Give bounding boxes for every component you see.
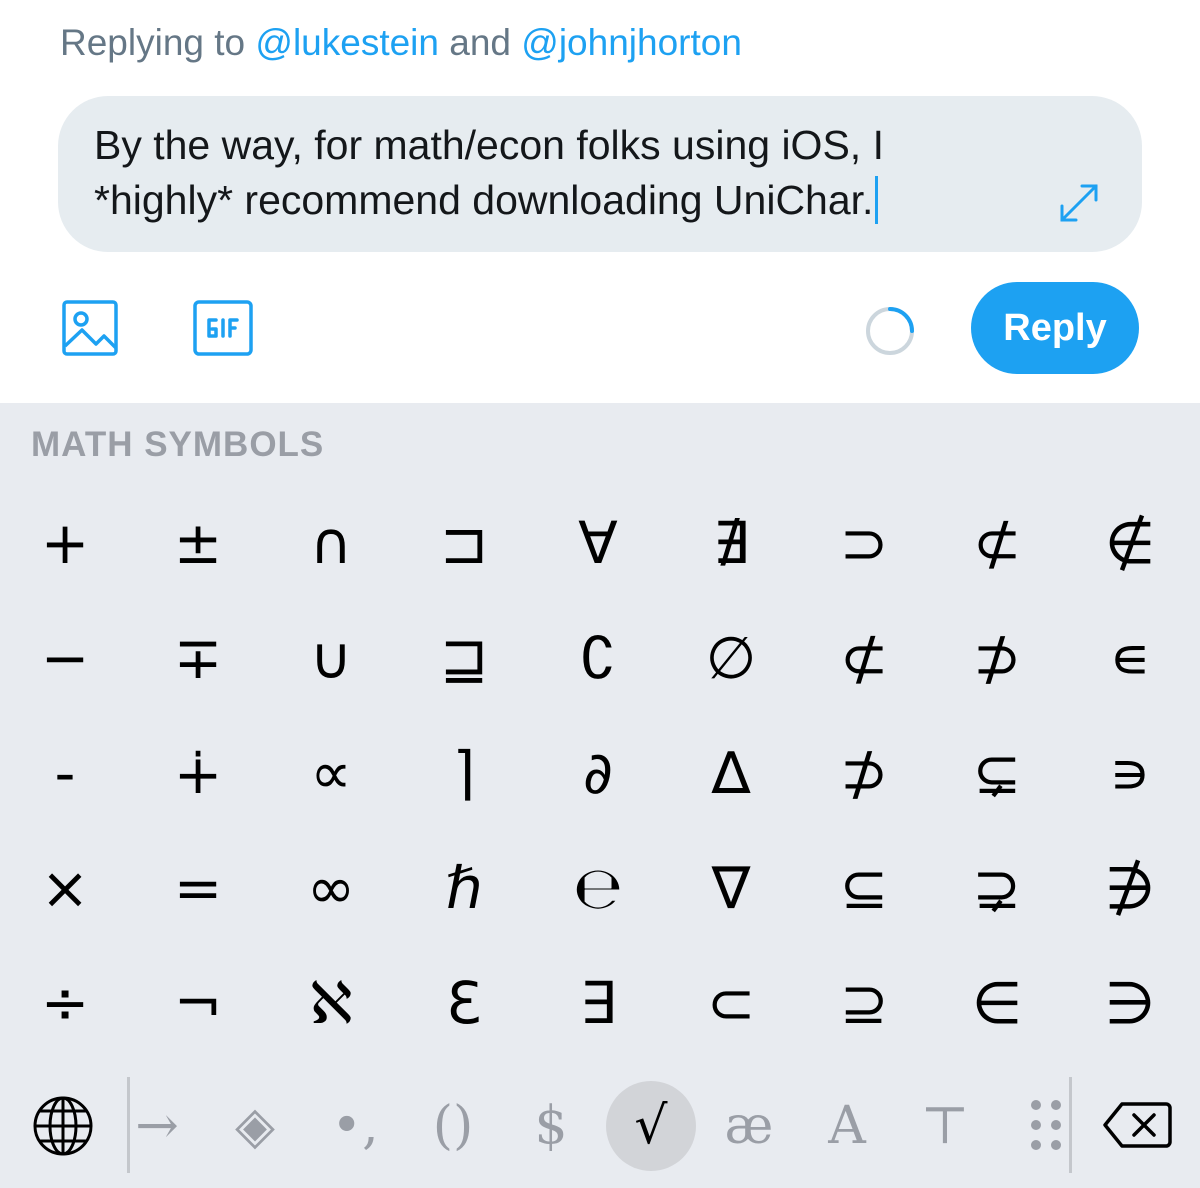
symbol-key[interactable]: ⊄ (937, 488, 1057, 598)
symbol-key[interactable]: ∩ (271, 488, 391, 598)
symbol-key[interactable]: ∂ (538, 718, 658, 828)
symbol-key[interactable]: ∊ (1070, 603, 1190, 713)
compose-text[interactable]: By the way, for math/econ folks using iO… (94, 122, 884, 223)
grid-dots-icon[interactable] (1028, 1097, 1064, 1153)
symbol-key[interactable]: ∌ (1070, 833, 1190, 943)
category-latin-key[interactable]: æ (704, 1081, 794, 1171)
category-letterlike-key[interactable]: A (802, 1081, 892, 1171)
mention-link-johnjhorton[interactable]: @johnjhorton (521, 22, 742, 63)
category-technical-key[interactable]: ⊤ (900, 1081, 990, 1171)
symbol-key[interactable]: ∪ (271, 603, 391, 713)
symbol-key[interactable]: ∁ (538, 603, 658, 713)
symbol-key[interactable]: ∇ (671, 833, 791, 943)
symbol-key[interactable]: × (5, 833, 125, 943)
symbol-key[interactable]: Ɛ (404, 948, 524, 1058)
text-caret (875, 176, 879, 224)
symbol-key[interactable]: ⊄ (804, 603, 924, 713)
symbol-key[interactable]: ⌉ (404, 718, 524, 828)
category-arrows-key[interactable]: → (112, 1081, 202, 1171)
symbol-key[interactable]: ∄ (671, 488, 791, 598)
symbol-key[interactable]: ∀ (538, 488, 658, 598)
symbol-key[interactable]: ⊇ (804, 948, 924, 1058)
symbol-key[interactable]: - (5, 718, 125, 828)
category-brackets-key[interactable]: () (408, 1081, 498, 1171)
expand-icon[interactable] (1054, 178, 1104, 228)
category-shapes-key[interactable]: ◈ (210, 1081, 300, 1171)
symbol-key[interactable]: ∝ (271, 718, 391, 828)
symbol-key[interactable]: ∉ (1070, 488, 1190, 598)
symbol-key[interactable]: ∓ (138, 603, 258, 713)
symbol-key[interactable]: ⊅ (937, 603, 1057, 713)
symbol-key[interactable]: ℵ (271, 948, 391, 1058)
bar-divider-right (1069, 1077, 1072, 1173)
keyboard-bottom-bar: → ◈ •, () $ √ æ A ⊤ (0, 1071, 1200, 1188)
symbol-key[interactable]: ∈ (937, 948, 1057, 1058)
symbol-key[interactable]: ⊅ (804, 718, 924, 828)
symbol-key[interactable]: + (5, 488, 125, 598)
globe-icon[interactable] (32, 1095, 94, 1157)
symbol-key[interactable]: ∋ (1070, 948, 1190, 1058)
unichar-keyboard: MATH SYMBOLS + ± ∩ ⊐ ∀ ∄ ⊃ ⊄ ∉ − ∓ ∪ ⊒ ∁ ∅ ⊄ ⊅ ∊ - ∔ ∝ ⌉ ∂ ∆ ⊅ ⊊ ∍… (0, 403, 1200, 1188)
compose-text-wrapper[interactable]: By the way, for math/econ folks using iO… (94, 118, 1002, 228)
replying-to-joiner: and (438, 22, 522, 63)
symbol-key[interactable]: ⊒ (404, 603, 524, 713)
category-punctuation-key[interactable]: •, (310, 1081, 400, 1171)
symbol-key[interactable]: ¬ (138, 948, 258, 1058)
compose-box[interactable]: By the way, for math/econ folks using iO… (58, 96, 1142, 252)
reply-button[interactable]: Reply (971, 282, 1139, 374)
symbol-key[interactable]: ⊂ (671, 948, 791, 1058)
category-currency-key[interactable]: $ (506, 1081, 596, 1171)
backspace-icon[interactable] (1102, 1101, 1172, 1149)
mention-link-lukestein[interactable]: @lukestein (255, 22, 439, 63)
category-math-key[interactable]: √ (606, 1081, 696, 1171)
symbol-key[interactable]: ∅ (671, 603, 791, 713)
gif-icon[interactable] (193, 300, 253, 356)
symbol-key[interactable]: ∞ (271, 833, 391, 943)
symbol-key[interactable]: − (5, 603, 125, 713)
photo-icon[interactable] (62, 300, 118, 356)
symbol-key[interactable]: ∃ (538, 948, 658, 1058)
keyboard-category-title: MATH SYMBOLS (31, 425, 325, 464)
symbol-key[interactable]: = (138, 833, 258, 943)
character-count-ring (866, 307, 914, 355)
replying-to-header: Replying to @lukestein and @johnjhorton (60, 22, 742, 64)
symbol-grid: + ± ∩ ⊐ ∀ ∄ ⊃ ⊄ ∉ − ∓ ∪ ⊒ ∁ ∅ ⊄ ⊅ ∊ - ∔ ∝ ⌉ ∂ ∆ ⊅ ⊊ ∍ × = ∞ ℏ ℮ ∇ ⊆ ⊋ ∌ ÷ ¬ ℵ Ɛ… (0, 483, 1200, 1063)
symbol-key[interactable]: ℮ (538, 833, 658, 943)
symbol-key[interactable]: ∆ (671, 718, 791, 828)
symbol-key[interactable]: ÷ (5, 948, 125, 1058)
symbol-key[interactable]: ∍ (1070, 718, 1190, 828)
symbol-key[interactable]: ⊆ (804, 833, 924, 943)
symbol-key[interactable]: ⊃ (804, 488, 924, 598)
replying-to-label: Replying to (60, 22, 256, 63)
symbol-key[interactable]: ℏ (404, 833, 524, 943)
symbol-key[interactable]: ⊊ (937, 718, 1057, 828)
symbol-key[interactable]: ⊐ (404, 488, 524, 598)
symbol-key[interactable]: ∔ (138, 718, 258, 828)
symbol-key[interactable]: ± (138, 488, 258, 598)
symbol-key[interactable]: ⊋ (937, 833, 1057, 943)
